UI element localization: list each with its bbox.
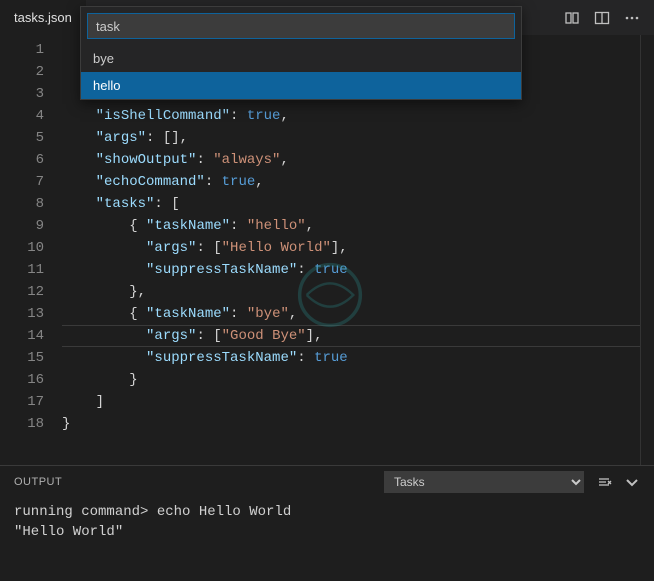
chevron-down-icon[interactable] <box>624 474 640 490</box>
command-palette-input[interactable] <box>87 13 515 39</box>
output-line: running command> echo Hello World <box>14 502 640 522</box>
line-number: 16 <box>0 369 44 391</box>
minimap[interactable] <box>640 35 654 465</box>
code-line[interactable]: "isShellCommand": true, <box>62 105 640 127</box>
line-number: 15 <box>0 347 44 369</box>
line-number: 9 <box>0 215 44 237</box>
code-line[interactable]: } <box>62 413 640 435</box>
line-number-gutter: 123456789101112131415161718 <box>0 35 62 465</box>
command-palette-item[interactable]: bye <box>81 45 521 72</box>
tab-tasks-json[interactable]: tasks.json <box>0 0 87 35</box>
line-number: 3 <box>0 83 44 105</box>
code-line[interactable]: "suppressTaskName": true <box>62 347 640 369</box>
code-line[interactable]: "args": ["Hello World"], <box>62 237 640 259</box>
code-line[interactable]: { "taskName": "hello", <box>62 215 640 237</box>
output-channel-select[interactable]: Tasks <box>384 471 584 493</box>
code-line[interactable]: "tasks": [ <box>62 193 640 215</box>
command-palette-item[interactable]: hello <box>81 72 521 99</box>
line-number: 11 <box>0 259 44 281</box>
code-line[interactable]: "args": [], <box>62 127 640 149</box>
line-number: 8 <box>0 193 44 215</box>
code-line[interactable]: } <box>62 369 640 391</box>
line-number: 6 <box>0 149 44 171</box>
panel-header: OUTPUT Tasks <box>0 466 654 498</box>
code-line[interactable]: ] <box>62 391 640 413</box>
code-line[interactable]: }, <box>62 281 640 303</box>
line-number: 17 <box>0 391 44 413</box>
more-icon[interactable] <box>624 10 640 26</box>
editor-actions <box>564 0 654 35</box>
line-number: 12 <box>0 281 44 303</box>
code-line[interactable]: "showOutput": "always", <box>62 149 640 171</box>
output-line: "Hello World" <box>14 522 640 542</box>
code-line[interactable]: { "taskName": "bye", <box>62 303 640 325</box>
line-number: 7 <box>0 171 44 193</box>
code-line[interactable]: "suppressTaskName": true <box>62 259 640 281</box>
line-number: 14 <box>0 325 44 347</box>
code-line[interactable]: "args": ["Good Bye"], <box>62 325 640 347</box>
tab-filename: tasks.json <box>14 10 72 25</box>
output-panel: OUTPUT Tasks running command> echo Hello… <box>0 465 654 580</box>
line-number: 2 <box>0 61 44 83</box>
output-content[interactable]: running command> echo Hello World"Hello … <box>0 498 654 546</box>
line-number: 1 <box>0 39 44 61</box>
line-number: 5 <box>0 127 44 149</box>
line-number: 13 <box>0 303 44 325</box>
command-palette: byehello <box>80 6 522 100</box>
compare-icon[interactable] <box>564 10 580 26</box>
clear-output-icon[interactable] <box>596 474 612 490</box>
code-line[interactable]: "echoCommand": true, <box>62 171 640 193</box>
line-number: 10 <box>0 237 44 259</box>
panel-title: OUTPUT <box>14 476 62 488</box>
line-number: 18 <box>0 413 44 435</box>
line-number: 4 <box>0 105 44 127</box>
split-editor-icon[interactable] <box>594 10 610 26</box>
